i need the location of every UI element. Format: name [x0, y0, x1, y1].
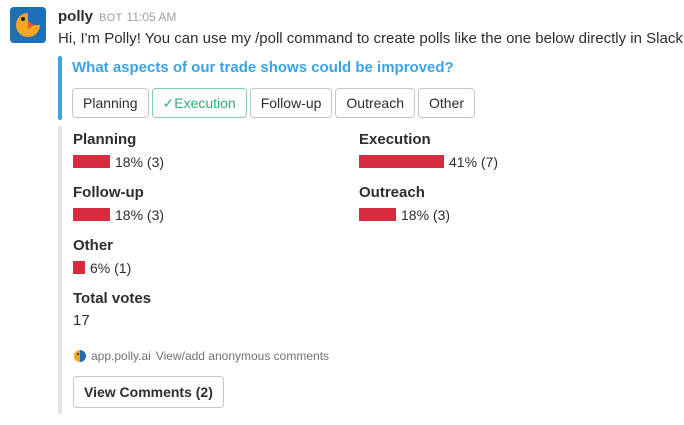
result-bar	[73, 261, 85, 274]
result-bar	[359, 155, 444, 168]
result-name: Execution	[359, 131, 431, 148]
footer-site[interactable]: app.polly.ai	[91, 349, 151, 363]
result-percent: 18% (3)	[401, 207, 451, 223]
sender-name[interactable]: polly	[58, 8, 93, 25]
result-percent: 18% (3)	[115, 154, 165, 170]
result-other: Other 6% (1)	[73, 236, 353, 280]
footer-comments-link[interactable]: View/add anonymous comments	[156, 349, 329, 363]
result-percent: 6% (1)	[90, 260, 132, 276]
slack-message: polly BOT 11:05 AM Hi, I'm Polly! You can …	[0, 0, 684, 425]
poll-button-row: Planning ✓Execution Follow-up Outreach Other	[72, 88, 478, 118]
message-text: Hi, I'm Polly! You can use my /poll comm…	[58, 30, 684, 47]
poll-option-execution-button[interactable]: ✓Execution	[151, 88, 247, 118]
total-votes-label: Total votes	[73, 290, 152, 307]
total-votes-value: 17	[73, 312, 90, 329]
result-name: Follow-up	[73, 184, 144, 201]
polly-parrot-icon	[74, 350, 86, 362]
result-percent: 41% (7)	[449, 154, 499, 170]
attachment-footer: app.polly.ai View/add anonymous comments	[73, 348, 329, 364]
poll-results-attachment: Planning 18% (3) Execution 41% (7) Follo…	[58, 126, 668, 414]
view-comments-button[interactable]: View Comments (2)	[73, 376, 224, 408]
poll-question: What aspects of our trade shows could be…	[72, 59, 454, 76]
poll-option-other-button[interactable]: Other	[418, 88, 476, 118]
poll-option-outreach-button[interactable]: Outreach	[335, 88, 416, 118]
message-header: polly BOT 11:05 AM	[58, 8, 176, 28]
result-outreach: Outreach 18% (3)	[359, 183, 639, 227]
result-execution: Execution 41% (7)	[359, 130, 639, 174]
result-follow-up: Follow-up 18% (3)	[73, 183, 353, 227]
result-name: Other	[73, 237, 114, 254]
result-bar	[73, 155, 110, 168]
result-percent: 18% (3)	[115, 207, 165, 223]
result-name: Planning	[73, 131, 137, 148]
result-planning: Planning 18% (3)	[73, 130, 353, 174]
poll-question-attachment: What aspects of our trade shows could be…	[58, 56, 668, 120]
poll-option-planning-button[interactable]: Planning	[72, 88, 149, 118]
attachment-divider-bar	[58, 126, 62, 414]
result-bar	[359, 208, 396, 221]
result-name: Outreach	[359, 184, 425, 201]
poll-option-follow-up-button[interactable]: Follow-up	[249, 88, 333, 118]
result-bar	[73, 208, 110, 221]
bot-tag: BOT	[99, 12, 123, 24]
timestamp[interactable]: 11:05 AM	[127, 10, 177, 24]
attachment-accent-bar	[58, 56, 62, 120]
polly-avatar-icon[interactable]	[10, 7, 46, 43]
